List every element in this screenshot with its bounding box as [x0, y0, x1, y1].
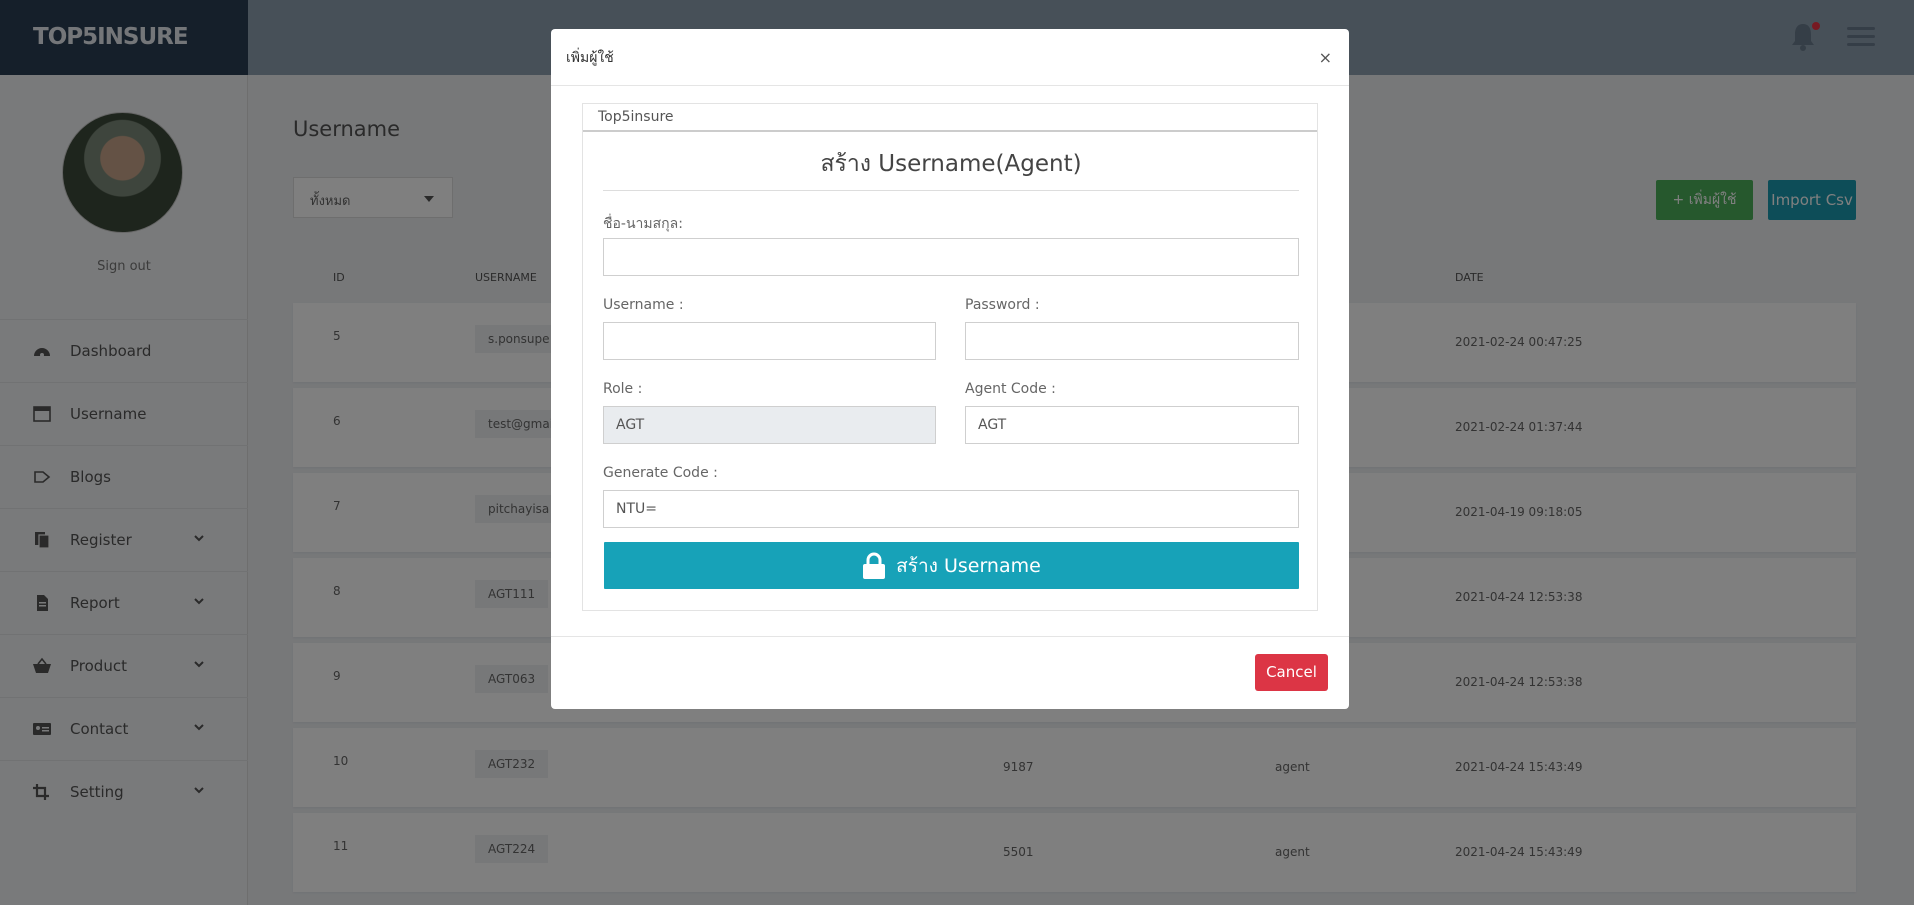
username-label: Username : [603, 297, 684, 313]
fullname-input[interactable] [603, 238, 1299, 276]
card-header: Top5insure [583, 104, 1317, 132]
add-user-modal: เพิ่มผู้ใช้ × Top5insure สร้าง Username(… [551, 29, 1349, 709]
password-input[interactable] [965, 322, 1299, 360]
modal-header: เพิ่มผู้ใช้ × [551, 29, 1349, 86]
create-username-button[interactable]: สร้าง Username [604, 542, 1299, 589]
role-input [603, 406, 936, 444]
create-agent-card: Top5insure สร้าง Username(Agent) ชื่อ-นา… [582, 103, 1318, 611]
generate-code-label: Generate Code : [603, 465, 718, 481]
lock-icon [863, 552, 886, 579]
generate-code-input[interactable] [603, 490, 1299, 528]
fullname-label: ชื่อ-นามสกุล: [603, 216, 683, 232]
modal-title: เพิ่มผู้ใช้ [566, 50, 614, 66]
divider [603, 190, 1299, 191]
modal-footer: Cancel [551, 636, 1349, 709]
agent-code-label: Agent Code : [965, 381, 1056, 397]
card-title: สร้าง Username(Agent) [820, 151, 1082, 177]
password-label: Password : [965, 297, 1040, 313]
create-button-label: สร้าง Username [896, 554, 1041, 577]
close-icon[interactable]: × [1319, 48, 1332, 67]
cancel-button[interactable]: Cancel [1255, 654, 1328, 691]
agent-code-input[interactable] [965, 406, 1299, 444]
username-input[interactable] [603, 322, 936, 360]
role-label: Role : [603, 381, 643, 397]
